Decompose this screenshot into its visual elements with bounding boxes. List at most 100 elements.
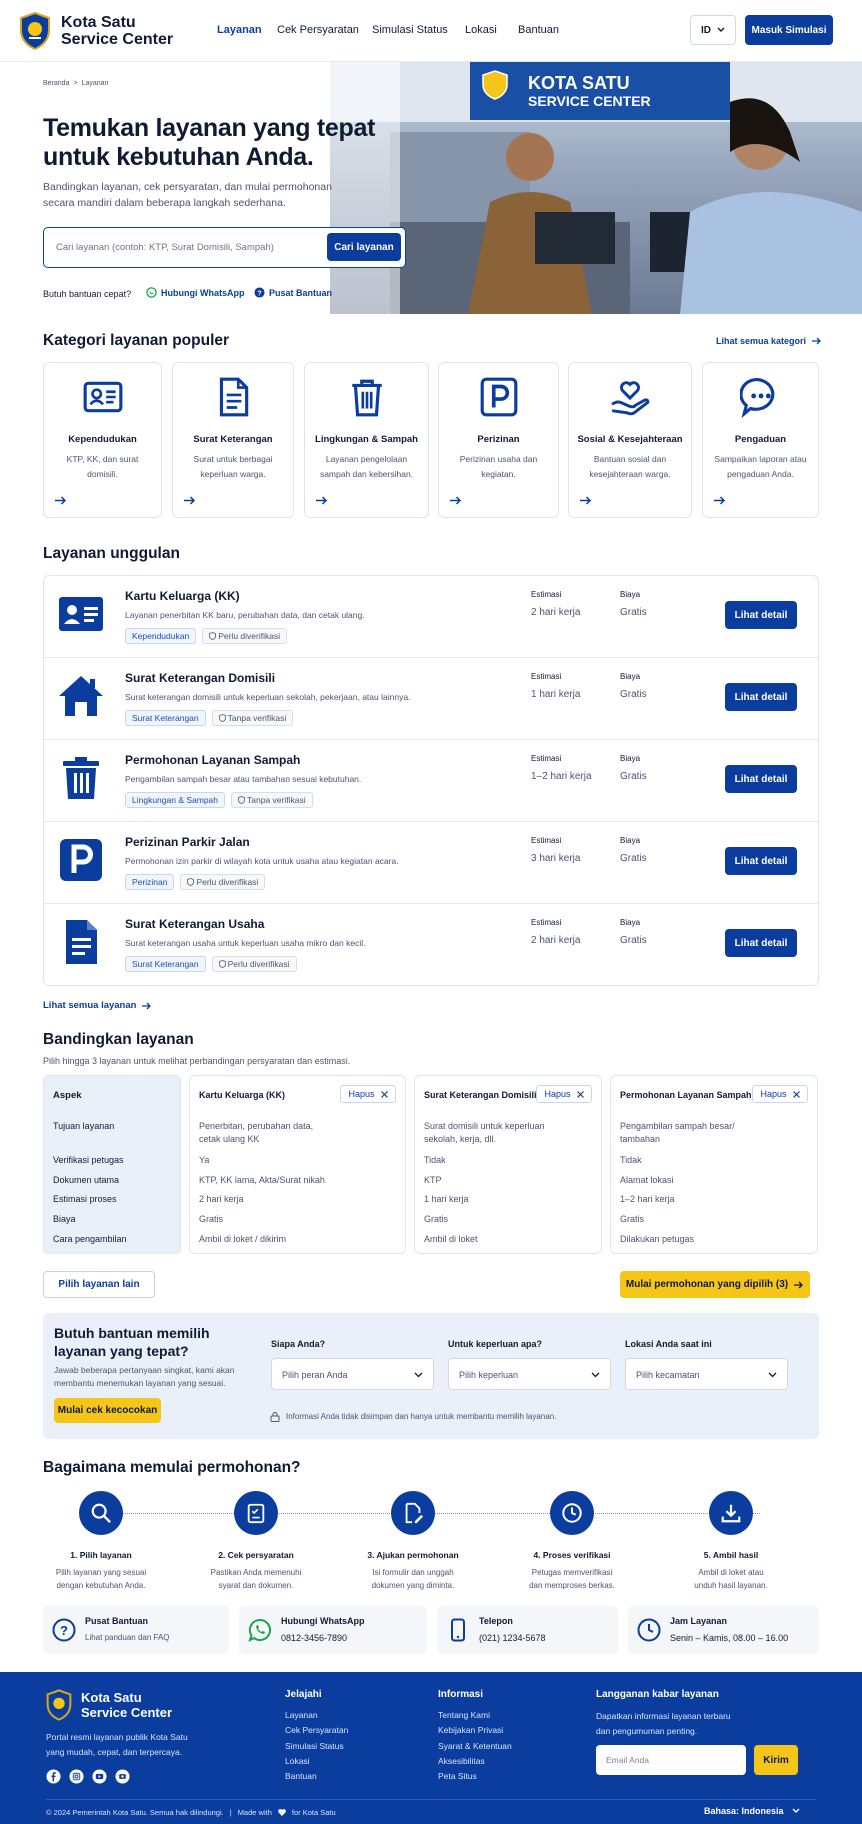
city-logo[interactable]	[19, 12, 51, 50]
language-switcher[interactable]: Bahasa: Indonesia	[704, 1806, 800, 1816]
cost-value: Gratis	[620, 771, 647, 782]
footer-link-bantuan[interactable]: Bantuan	[285, 1771, 317, 1781]
heart-icon	[278, 1809, 286, 1816]
footer-link-lokasi[interactable]: Lokasi	[285, 1756, 310, 1766]
compare-value: Pengambilan sampah besar/	[620, 1121, 735, 1131]
helper-desc-line1: Jawab beberapa pertanyaan singkat, kami …	[54, 1365, 235, 1375]
cost-value: Gratis	[620, 853, 647, 864]
footer-link-aksesibilitas[interactable]: Aksesibilitas	[438, 1756, 485, 1766]
arrow-right-icon[interactable]	[450, 496, 462, 505]
footer-link-peta-situs[interactable]: Peta Situs	[438, 1771, 477, 1781]
photo-sign-line1: KOTA SATU	[528, 73, 630, 93]
language-select[interactable]: ID	[690, 15, 736, 45]
masuk-simulasi-button[interactable]: Masuk Simulasi	[745, 15, 833, 45]
aspect-label: Cara pengambilan	[53, 1234, 127, 1244]
shield-icon	[238, 795, 247, 805]
nav-lokasi[interactable]: Lokasi	[465, 24, 497, 36]
brand-name: Kota Satu	[61, 14, 136, 31]
start-match-check-button[interactable]: Mulai cek kecocokan	[54, 1398, 161, 1423]
newsletter-desc-line2: dan pengumuman penting.	[596, 1726, 698, 1736]
footer-logo[interactable]	[46, 1689, 72, 1721]
step-desc: Pastikan Anda memenuhi syarat dan dokumen…	[210, 1568, 302, 1590]
compare-value: Alamat lokasi	[620, 1175, 674, 1185]
youtube-icon[interactable]	[92, 1769, 107, 1784]
start-selected-button[interactable]: Mulai permohonan yang dipilih (3)	[620, 1271, 810, 1298]
newsletter-email-input[interactable]: Email Anda	[596, 1745, 746, 1775]
nav-bantuan[interactable]: Bantuan	[518, 24, 559, 36]
estimate-label: Estimasi	[531, 836, 562, 845]
arrow-right-icon[interactable]	[580, 496, 592, 505]
footer-col2-title: Informasi	[438, 1689, 484, 1700]
help-center-link[interactable]: ? Pusat Bantuan	[254, 287, 332, 298]
service-name[interactable]: Surat Keterangan Domisili	[125, 671, 275, 685]
categories-see-all[interactable]: Lihat semua kategori	[716, 336, 822, 346]
newsletter-title: Langganan kabar layanan	[596, 1689, 719, 1700]
close-icon	[576, 1090, 584, 1098]
search-button[interactable]: Cari layanan	[327, 233, 401, 261]
q1-select[interactable]: Pilih peran Anda	[271, 1358, 434, 1390]
instagram-icon[interactable]	[69, 1769, 84, 1784]
q3-select[interactable]: Pilih kecamatan	[625, 1358, 788, 1390]
search-input[interactable]: Cari layanan (contoh: KTP, Surat Domisil…	[56, 242, 274, 253]
category-name: Pengaduan	[734, 434, 787, 445]
q3-label: Lokasi Anda saat ini	[625, 1339, 712, 1349]
arrow-right-icon[interactable]	[55, 496, 67, 505]
detail-button[interactable]: Lihat detail	[725, 601, 797, 629]
detail-button[interactable]: Lihat detail	[725, 847, 797, 875]
detail-button[interactable]: Lihat detail	[725, 929, 797, 957]
trash-icon	[57, 754, 105, 802]
copyright: © 2024 Pemerintah Kota Satu. Semua hak d…	[46, 1808, 224, 1817]
cost-label: Biaya	[620, 754, 641, 763]
aspect-label: Estimasi proses	[53, 1194, 117, 1204]
compare-aspect-header: Aspek	[53, 1090, 82, 1101]
parking-icon	[478, 376, 520, 418]
arrow-right-icon[interactable]	[184, 496, 196, 505]
shield-icon	[218, 959, 228, 969]
remove-button[interactable]: Hapus	[536, 1085, 592, 1103]
newsletter-send-button[interactable]: Kirim	[754, 1745, 798, 1775]
remove-button[interactable]: Hapus	[340, 1085, 396, 1103]
footer-link-cek-persyaratan[interactable]: Cek Persyaratan	[285, 1725, 348, 1735]
service-name[interactable]: Perizinan Parkir Jalan	[125, 835, 250, 849]
service-name[interactable]: Permohonan Layanan Sampah	[125, 753, 300, 767]
nav-layanan[interactable]: Layanan	[217, 24, 262, 36]
breadcrumb-beranda[interactable]: Beranda	[43, 80, 69, 87]
facebook-icon[interactable]	[46, 1769, 61, 1784]
footer-link-simulasi-status[interactable]: Simulasi Status	[285, 1741, 344, 1751]
compare-column-title: Permohonan Layanan Sampah	[620, 1090, 752, 1100]
remove-button[interactable]: Hapus	[752, 1085, 808, 1103]
featured-see-all[interactable]: Lihat semua layanan	[43, 1000, 152, 1011]
footer-link-layanan[interactable]: Layanan	[285, 1710, 318, 1720]
breadcrumb-layanan: Layanan	[81, 80, 109, 87]
step-desc: Ambil di loket atau unduh hasil layanan.	[694, 1568, 768, 1590]
compare-value: 1 hari kerja	[424, 1194, 469, 1204]
svg-text:?: ?	[257, 288, 262, 297]
whatsapp-icon	[248, 1618, 272, 1642]
category-desc: Sampaikan laporan atau pengaduan Anda.	[714, 454, 807, 479]
nav-simulasi-status[interactable]: Simulasi Status	[372, 24, 448, 36]
footer-link-syarat-ketentuan[interactable]: Syarat & Ketentuan	[438, 1741, 512, 1751]
document-icon	[57, 918, 105, 966]
hero-photo: KOTA SATU SERVICE CENTER	[330, 62, 862, 314]
detail-button[interactable]: Lihat detail	[725, 683, 797, 711]
nav-cek-persyaratan[interactable]: Cek Persyaratan	[277, 24, 359, 36]
q2-select[interactable]: Pilih keperluan	[448, 1358, 611, 1390]
compare-value: Surat domisili untuk keperluan	[424, 1121, 545, 1131]
detail-button[interactable]: Lihat detail	[725, 765, 797, 793]
service-name[interactable]: Kartu Keluarga (KK)	[125, 589, 240, 603]
q2-label: Untuk keperluan apa?	[448, 1339, 543, 1349]
arrow-right-icon[interactable]	[316, 496, 328, 505]
shield-icon	[218, 713, 228, 723]
footer-link-tentang-kami[interactable]: Tentang Kami	[438, 1710, 490, 1720]
photo-sign-line2: SERVICE CENTER	[528, 93, 651, 109]
category-tag: Surat Keterangan	[125, 956, 206, 972]
service-name[interactable]: Surat Keterangan Usaha	[125, 917, 264, 931]
camera-icon[interactable]	[115, 1769, 130, 1784]
help-whatsapp-link[interactable]: Hubungi WhatsApp	[146, 287, 244, 298]
arrow-right-icon[interactable]	[714, 496, 726, 505]
whatsapp-icon	[146, 287, 157, 298]
footer-link-kebijakan-privasi[interactable]: Kebijakan Privasi	[438, 1725, 503, 1735]
cost-value: Gratis	[620, 607, 647, 618]
pick-other-service-button[interactable]: Pilih layanan lain	[43, 1271, 155, 1298]
estimate-value: 1–2 hari kerja	[531, 771, 592, 782]
